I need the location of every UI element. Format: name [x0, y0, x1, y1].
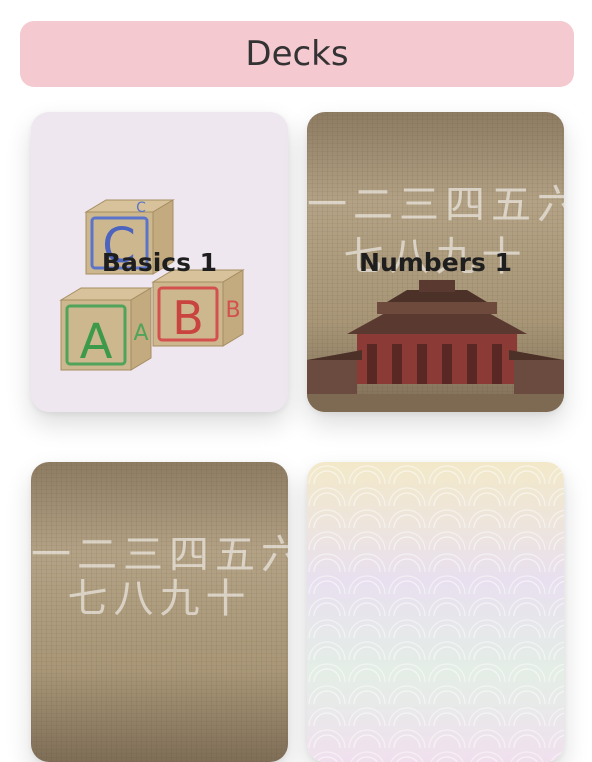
deck-card-4[interactable]: [307, 462, 564, 762]
svg-text:B: B: [172, 291, 204, 345]
deck-card-basics-1[interactable]: C C B B A A Basics 1: [31, 112, 288, 412]
deck-title: Numbers 1: [359, 248, 512, 277]
svg-text:A: A: [133, 321, 148, 346]
deck-title: Basics 1: [101, 248, 218, 277]
deck-card-numbers-1[interactable]: 一二三四五六 七八九十 Numbers 1: [307, 112, 564, 412]
kanji-row-2: 七八九十: [67, 576, 252, 622]
svg-text:B: B: [225, 298, 240, 323]
svg-text:C: C: [136, 200, 146, 216]
page-title: Decks: [20, 21, 574, 87]
svg-text:A: A: [80, 314, 113, 370]
deck-card-3[interactable]: 一二三四五六 七八九十: [31, 462, 288, 762]
